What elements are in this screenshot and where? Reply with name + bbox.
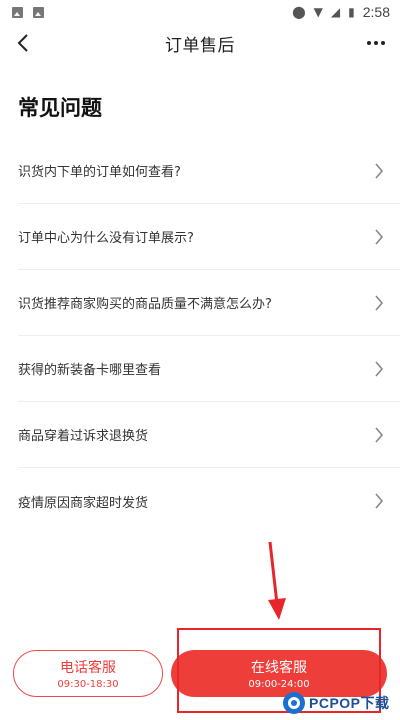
faq-item[interactable]: 订单中心为什么没有订单展示? bbox=[18, 204, 400, 270]
phone-service-button[interactable]: 电话客服 09:30-18:30 bbox=[13, 650, 163, 697]
faq-item-label: 疫情原因商家超时发货 bbox=[18, 495, 149, 511]
faq-item-label: 商品穿着过诉求退换货 bbox=[18, 429, 149, 444]
faq-item-label: 获得的新装备卡哪里查看 bbox=[18, 363, 162, 378]
more-dot bbox=[367, 41, 371, 45]
nav-bar: 订单售后 bbox=[0, 24, 400, 62]
chevron-right-icon bbox=[375, 295, 384, 311]
watermark-text: PCPOP下载 bbox=[309, 695, 390, 711]
chevron-right-icon bbox=[375, 229, 384, 245]
status-time: 2:58 bbox=[362, 4, 390, 20]
faq-item-label: 识货内下单的订单如何查看? bbox=[18, 165, 181, 180]
battery-icon: ▮ bbox=[348, 5, 355, 19]
image-icon bbox=[33, 6, 44, 18]
status-notifications bbox=[12, 6, 44, 18]
more-dot bbox=[374, 41, 378, 45]
chevron-left-icon[interactable] bbox=[14, 31, 34, 55]
faq-item-label: 订单中心为什么没有订单展示? bbox=[18, 231, 194, 246]
wifi-icon: ▼ bbox=[313, 5, 323, 19]
faq-section-title: 常见问题 bbox=[18, 96, 102, 120]
annotation-arrow-icon bbox=[268, 541, 286, 620]
more-dot bbox=[381, 41, 385, 45]
phone-service-hours: 09:30-18:30 bbox=[57, 679, 119, 690]
faq-item-label: 识货推荐商家购买的商品质量不满意怎么办? bbox=[18, 297, 272, 312]
signal-icon: ◢ bbox=[330, 5, 341, 19]
status-system: ⬤ ▼ ◢ ▮ 2:58 bbox=[292, 4, 390, 20]
chevron-right-icon bbox=[375, 163, 384, 179]
faq-list: 识货内下单的订单如何查看? 订单中心为什么没有订单展示? 识货推荐商家购买的商品… bbox=[18, 138, 400, 534]
phone-service-label: 电话客服 bbox=[60, 660, 116, 676]
faq-item[interactable]: 疫情原因商家超时发货 bbox=[18, 468, 400, 534]
page-title: 订单售后 bbox=[165, 35, 235, 56]
faq-item[interactable]: 商品穿着过诉求退换货 bbox=[18, 402, 400, 468]
status-bar: ⬤ ▼ ◢ ▮ 2:58 bbox=[0, 0, 400, 24]
faq-item[interactable]: 识货内下单的订单如何查看? bbox=[18, 138, 400, 204]
screen: ⬤ ▼ ◢ ▮ 2:58 订单售后 常见问题 识货内下单的订单如何查看? 订单中… bbox=[0, 0, 400, 720]
more-dots-icon[interactable] bbox=[364, 32, 388, 54]
chevron-right-icon bbox=[375, 493, 384, 509]
faq-item[interactable]: 获得的新装备卡哪里查看 bbox=[18, 336, 400, 402]
watermark: PCPOP下载 bbox=[282, 688, 390, 718]
faq-item[interactable]: 识货推荐商家购买的商品质量不满意怎么办? bbox=[18, 270, 400, 336]
chevron-right-icon bbox=[375, 361, 384, 377]
location-icon: ⬤ bbox=[292, 5, 306, 19]
image-icon bbox=[12, 6, 23, 18]
pcpop-logo-icon bbox=[283, 692, 305, 714]
chevron-right-icon bbox=[375, 427, 384, 443]
